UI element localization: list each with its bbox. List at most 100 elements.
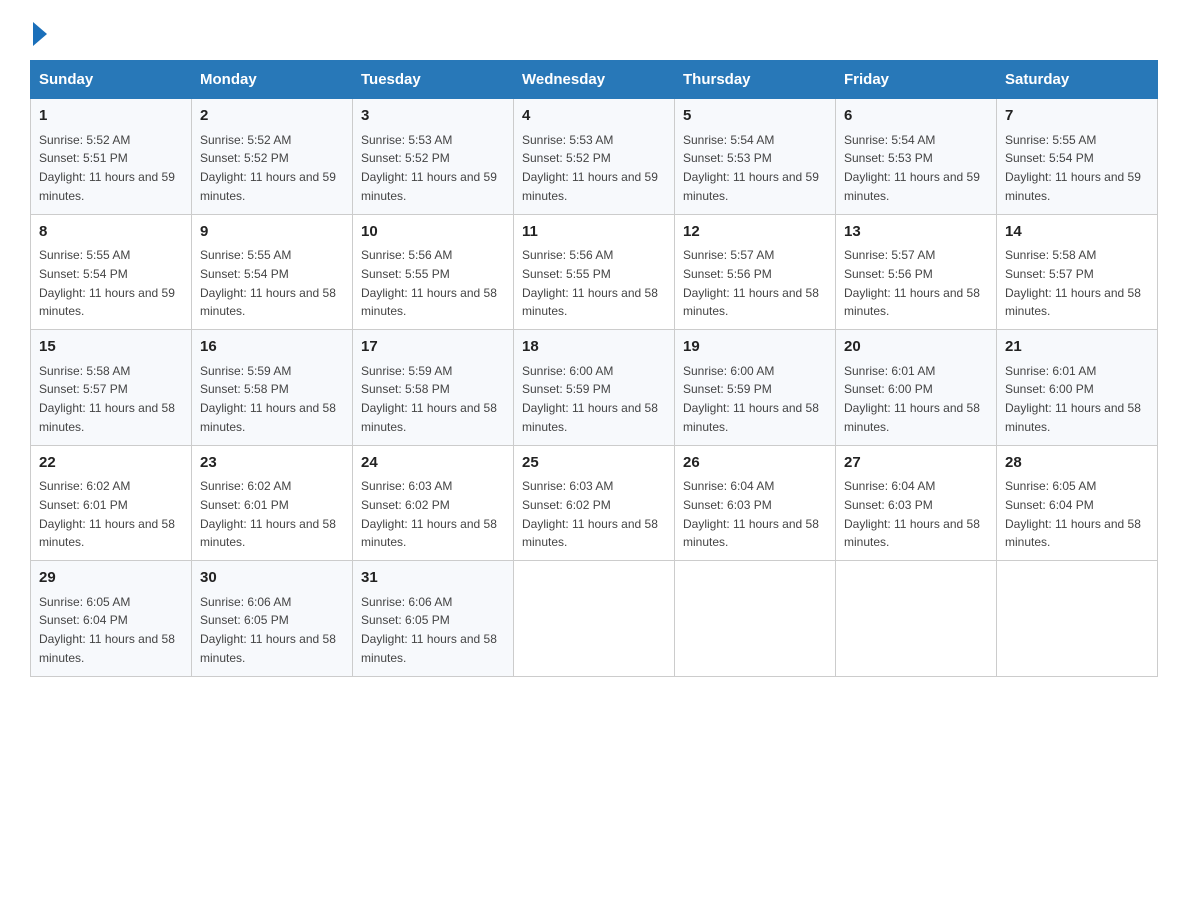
day-number: 12: [683, 221, 827, 244]
day-number: 17: [361, 336, 505, 359]
day-number: 22: [39, 452, 183, 475]
day-info: Sunrise: 6:02 AMSunset: 6:01 PMDaylight:…: [39, 479, 175, 549]
calendar-day-cell: 26 Sunrise: 6:04 AMSunset: 6:03 PMDaylig…: [675, 445, 836, 561]
day-info: Sunrise: 5:54 AMSunset: 5:53 PMDaylight:…: [844, 133, 980, 203]
calendar-week-row: 22 Sunrise: 6:02 AMSunset: 6:01 PMDaylig…: [31, 445, 1158, 561]
calendar-day-cell: 11 Sunrise: 5:56 AMSunset: 5:55 PMDaylig…: [514, 214, 675, 330]
day-info: Sunrise: 6:00 AMSunset: 5:59 PMDaylight:…: [522, 364, 658, 434]
day-number: 31: [361, 567, 505, 590]
day-number: 23: [200, 452, 344, 475]
day-number: 28: [1005, 452, 1149, 475]
day-info: Sunrise: 6:06 AMSunset: 6:05 PMDaylight:…: [361, 595, 497, 665]
day-number: 7: [1005, 105, 1149, 128]
calendar-day-cell: [675, 561, 836, 677]
day-info: Sunrise: 5:59 AMSunset: 5:58 PMDaylight:…: [200, 364, 336, 434]
day-number: 10: [361, 221, 505, 244]
day-info: Sunrise: 5:56 AMSunset: 5:55 PMDaylight:…: [522, 248, 658, 318]
day-info: Sunrise: 5:55 AMSunset: 5:54 PMDaylight:…: [200, 248, 336, 318]
calendar-day-cell: 10 Sunrise: 5:56 AMSunset: 5:55 PMDaylig…: [353, 214, 514, 330]
day-info: Sunrise: 6:01 AMSunset: 6:00 PMDaylight:…: [1005, 364, 1141, 434]
calendar-day-cell: 20 Sunrise: 6:01 AMSunset: 6:00 PMDaylig…: [836, 330, 997, 446]
calendar-week-row: 1 Sunrise: 5:52 AMSunset: 5:51 PMDayligh…: [31, 99, 1158, 215]
day-info: Sunrise: 6:03 AMSunset: 6:02 PMDaylight:…: [522, 479, 658, 549]
header-wednesday: Wednesday: [514, 61, 675, 99]
calendar-day-cell: 17 Sunrise: 5:59 AMSunset: 5:58 PMDaylig…: [353, 330, 514, 446]
page-header: [30, 20, 1158, 42]
calendar-week-row: 15 Sunrise: 5:58 AMSunset: 5:57 PMDaylig…: [31, 330, 1158, 446]
calendar-day-cell: 21 Sunrise: 6:01 AMSunset: 6:00 PMDaylig…: [997, 330, 1158, 446]
day-info: Sunrise: 5:58 AMSunset: 5:57 PMDaylight:…: [1005, 248, 1141, 318]
day-number: 1: [39, 105, 183, 128]
day-info: Sunrise: 5:57 AMSunset: 5:56 PMDaylight:…: [844, 248, 980, 318]
day-number: 27: [844, 452, 988, 475]
calendar-week-row: 8 Sunrise: 5:55 AMSunset: 5:54 PMDayligh…: [31, 214, 1158, 330]
day-info: Sunrise: 5:57 AMSunset: 5:56 PMDaylight:…: [683, 248, 819, 318]
calendar-day-cell: 16 Sunrise: 5:59 AMSunset: 5:58 PMDaylig…: [192, 330, 353, 446]
calendar-day-cell: 31 Sunrise: 6:06 AMSunset: 6:05 PMDaylig…: [353, 561, 514, 677]
day-number: 21: [1005, 336, 1149, 359]
day-number: 13: [844, 221, 988, 244]
day-info: Sunrise: 5:56 AMSunset: 5:55 PMDaylight:…: [361, 248, 497, 318]
calendar-day-cell: 28 Sunrise: 6:05 AMSunset: 6:04 PMDaylig…: [997, 445, 1158, 561]
calendar-week-row: 29 Sunrise: 6:05 AMSunset: 6:04 PMDaylig…: [31, 561, 1158, 677]
day-number: 20: [844, 336, 988, 359]
calendar-day-cell: 24 Sunrise: 6:03 AMSunset: 6:02 PMDaylig…: [353, 445, 514, 561]
calendar-day-cell: 6 Sunrise: 5:54 AMSunset: 5:53 PMDayligh…: [836, 99, 997, 215]
day-number: 15: [39, 336, 183, 359]
day-info: Sunrise: 5:52 AMSunset: 5:52 PMDaylight:…: [200, 133, 336, 203]
day-info: Sunrise: 5:53 AMSunset: 5:52 PMDaylight:…: [522, 133, 658, 203]
calendar-header-row: SundayMondayTuesdayWednesdayThursdayFrid…: [31, 61, 1158, 99]
day-number: 6: [844, 105, 988, 128]
day-number: 16: [200, 336, 344, 359]
calendar-day-cell: 2 Sunrise: 5:52 AMSunset: 5:52 PMDayligh…: [192, 99, 353, 215]
header-sunday: Sunday: [31, 61, 192, 99]
calendar-day-cell: 25 Sunrise: 6:03 AMSunset: 6:02 PMDaylig…: [514, 445, 675, 561]
calendar-day-cell: 30 Sunrise: 6:06 AMSunset: 6:05 PMDaylig…: [192, 561, 353, 677]
day-number: 14: [1005, 221, 1149, 244]
day-number: 3: [361, 105, 505, 128]
day-info: Sunrise: 6:06 AMSunset: 6:05 PMDaylight:…: [200, 595, 336, 665]
day-number: 29: [39, 567, 183, 590]
calendar-day-cell: 29 Sunrise: 6:05 AMSunset: 6:04 PMDaylig…: [31, 561, 192, 677]
day-info: Sunrise: 6:05 AMSunset: 6:04 PMDaylight:…: [1005, 479, 1141, 549]
header-thursday: Thursday: [675, 61, 836, 99]
calendar-day-cell: 9 Sunrise: 5:55 AMSunset: 5:54 PMDayligh…: [192, 214, 353, 330]
calendar-day-cell: 15 Sunrise: 5:58 AMSunset: 5:57 PMDaylig…: [31, 330, 192, 446]
calendar-day-cell: 19 Sunrise: 6:00 AMSunset: 5:59 PMDaylig…: [675, 330, 836, 446]
day-info: Sunrise: 5:55 AMSunset: 5:54 PMDaylight:…: [1005, 133, 1141, 203]
calendar-day-cell: 23 Sunrise: 6:02 AMSunset: 6:01 PMDaylig…: [192, 445, 353, 561]
header-friday: Friday: [836, 61, 997, 99]
day-info: Sunrise: 5:58 AMSunset: 5:57 PMDaylight:…: [39, 364, 175, 434]
logo: [30, 20, 47, 42]
day-number: 8: [39, 221, 183, 244]
calendar-day-cell: 8 Sunrise: 5:55 AMSunset: 5:54 PMDayligh…: [31, 214, 192, 330]
day-number: 26: [683, 452, 827, 475]
calendar-day-cell: 5 Sunrise: 5:54 AMSunset: 5:53 PMDayligh…: [675, 99, 836, 215]
day-info: Sunrise: 6:04 AMSunset: 6:03 PMDaylight:…: [683, 479, 819, 549]
calendar-day-cell: [997, 561, 1158, 677]
day-info: Sunrise: 6:00 AMSunset: 5:59 PMDaylight:…: [683, 364, 819, 434]
day-info: Sunrise: 6:02 AMSunset: 6:01 PMDaylight:…: [200, 479, 336, 549]
header-monday: Monday: [192, 61, 353, 99]
calendar-day-cell: 18 Sunrise: 6:00 AMSunset: 5:59 PMDaylig…: [514, 330, 675, 446]
day-number: 11: [522, 221, 666, 244]
calendar-day-cell: 1 Sunrise: 5:52 AMSunset: 5:51 PMDayligh…: [31, 99, 192, 215]
calendar-day-cell: [514, 561, 675, 677]
day-info: Sunrise: 5:54 AMSunset: 5:53 PMDaylight:…: [683, 133, 819, 203]
day-info: Sunrise: 6:03 AMSunset: 6:02 PMDaylight:…: [361, 479, 497, 549]
day-info: Sunrise: 5:53 AMSunset: 5:52 PMDaylight:…: [361, 133, 497, 203]
calendar-day-cell: [836, 561, 997, 677]
logo-arrow-icon: [33, 22, 47, 46]
header-saturday: Saturday: [997, 61, 1158, 99]
day-info: Sunrise: 6:05 AMSunset: 6:04 PMDaylight:…: [39, 595, 175, 665]
day-number: 5: [683, 105, 827, 128]
calendar-day-cell: 12 Sunrise: 5:57 AMSunset: 5:56 PMDaylig…: [675, 214, 836, 330]
day-info: Sunrise: 5:59 AMSunset: 5:58 PMDaylight:…: [361, 364, 497, 434]
day-number: 25: [522, 452, 666, 475]
day-info: Sunrise: 5:55 AMSunset: 5:54 PMDaylight:…: [39, 248, 175, 318]
day-number: 4: [522, 105, 666, 128]
day-info: Sunrise: 6:04 AMSunset: 6:03 PMDaylight:…: [844, 479, 980, 549]
header-tuesday: Tuesday: [353, 61, 514, 99]
day-number: 30: [200, 567, 344, 590]
day-number: 18: [522, 336, 666, 359]
